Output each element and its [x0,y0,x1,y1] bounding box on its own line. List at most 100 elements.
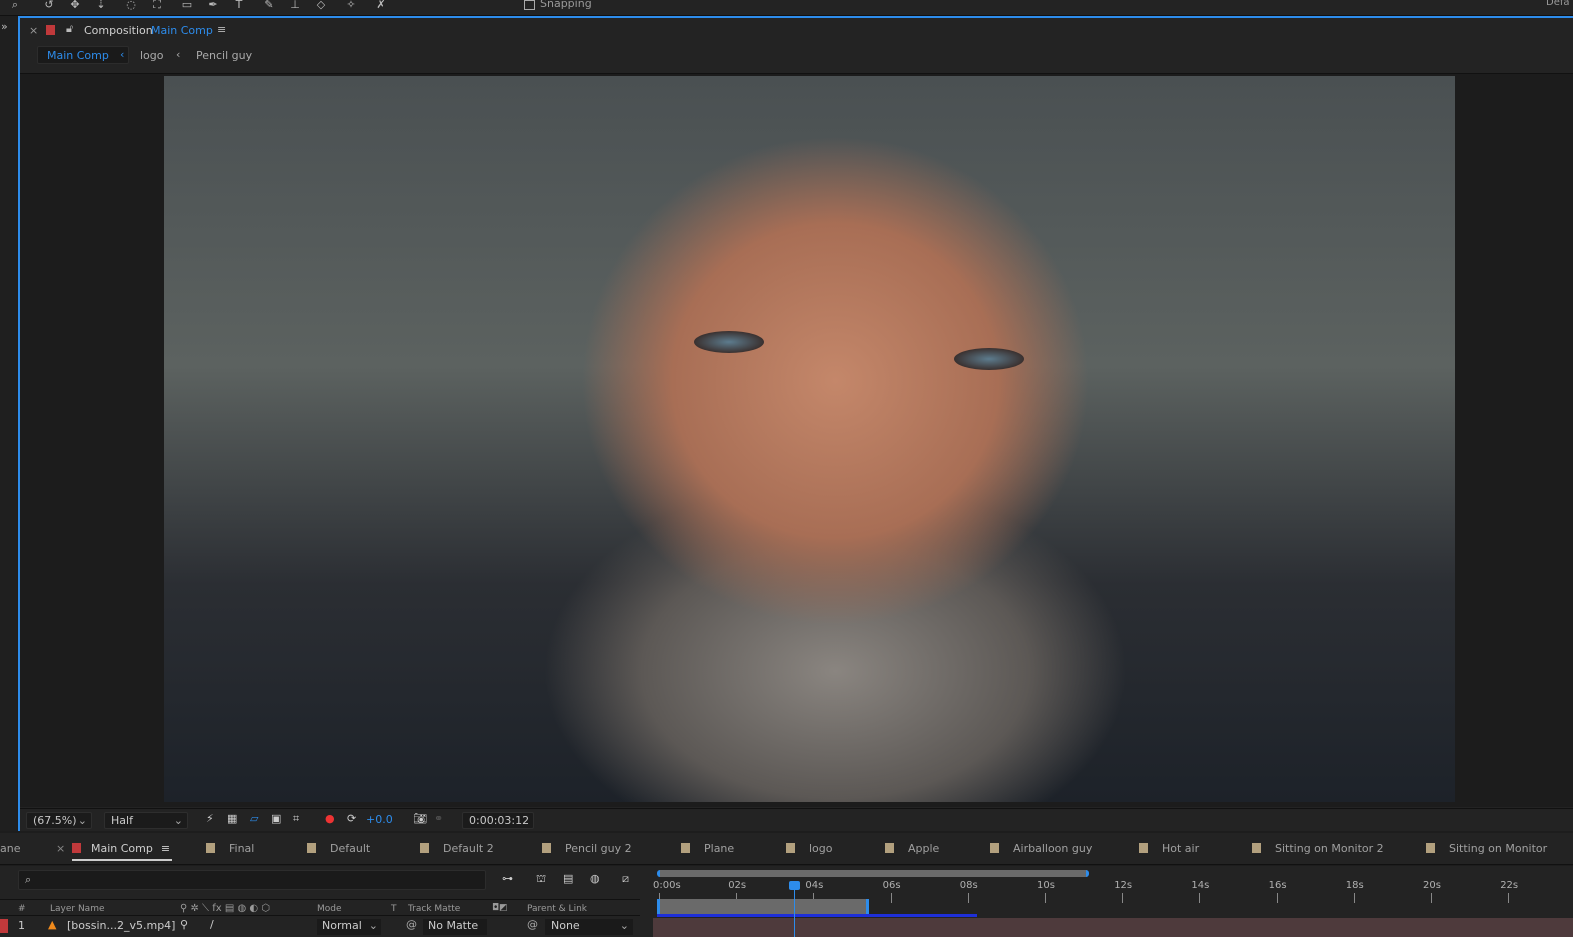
work-area-bar[interactable] [657,899,869,914]
frame-blending-icon[interactable]: ▤ [563,872,573,885]
layer-search-input[interactable]: ⌕ [18,870,486,890]
expand-panels-icon[interactable]: » [1,20,8,33]
puppet-tool-icon[interactable]: ✗ [374,0,388,12]
viewer-bottom-bar: (67.5%) ⌄ Half ⌄ ⚡︎ ▦ ▱ ▣ ⌗ ● ⟳ +0.0 📷︎ ⚭ … [20,808,1573,831]
snapping-checkbox[interactable] [524,0,535,10]
tab-pencil-guy-2[interactable]: Pencil guy 2 [542,842,632,855]
tab-sitting-on-monitor[interactable]: Sitting on Monitor [1426,842,1547,855]
comp-color-swatch [72,843,81,853]
pan-tool-icon[interactable]: ⇣ [94,0,108,12]
tab-airballoon-guy[interactable]: Airballoon guy [990,842,1092,855]
playhead-handle[interactable] [789,881,801,890]
current-time-display[interactable]: 0:00:03:12 [462,812,534,829]
rectangle-tool-icon[interactable]: ▭ [180,0,194,12]
rotate-tool-icon[interactable]: ↺ [42,0,56,12]
orbit-tool-icon[interactable]: ◌ [124,0,138,12]
composition-flowchart-icon[interactable]: ⊶ [502,872,513,885]
brush-tool-icon[interactable]: ✎ [262,0,276,12]
close-tab-icon[interactable]: × [56,842,65,855]
panel-title-prefix: Composition [84,24,153,37]
track-tool-icon[interactable]: ⛶ [150,0,164,12]
current-time-indicator[interactable] [789,881,801,937]
video-frame-bearded-man [164,76,1455,802]
grid-guides-icon[interactable]: ⌗ [293,812,299,826]
ruler-tick-label: 08s [959,880,978,891]
tab-plane[interactable]: Plane [681,842,734,855]
clone-tool-icon[interactable]: ⊥ [288,0,302,12]
exposure-value[interactable]: +0.0 [366,813,393,826]
breadcrumb-main-comp[interactable]: Main Comp ‹ [37,46,129,64]
anchor-tool-icon[interactable]: ✥ [68,0,82,12]
timeline-tabs: ane × Main Comp ≡ Final Default Default 2… [0,833,1573,865]
column-track-matte: Track Matte [408,904,461,914]
transparency-grid-icon[interactable]: ▦ [227,812,237,825]
column-layer-name[interactable]: Layer Name [50,904,105,914]
tab-cut-off[interactable]: ane [0,842,20,855]
region-of-interest-icon[interactable]: ▣ [271,812,281,825]
breadcrumb-pencil-guy[interactable]: Pencil guy [196,49,252,62]
roto-tool-icon[interactable]: ✧ [344,0,358,12]
ruler-tick-mark [1199,893,1201,903]
track-matte-dropdown[interactable]: No Matte [423,919,487,935]
ruler-tick-label: 14s [1191,880,1210,891]
panel-menu-icon[interactable]: ≡ [217,23,226,36]
tab-menu-icon[interactable]: ≡ [161,842,170,855]
ruler-tick-label: 22s [1500,880,1519,891]
layer-row[interactable]: 1 ▲ [bossin...2_v5.mp4] ⚲ / Normal ⌄ @ No… [0,917,640,937]
tab-hot-air[interactable]: Hot air [1139,842,1199,855]
time-navigator[interactable] [657,870,1089,877]
shy-layers-icon[interactable]: ⛫ [536,872,546,887]
tab-final[interactable]: Final [206,842,254,855]
ruler-tick-label: 0:00s [653,880,681,891]
fast-preview-icon[interactable]: ⚡︎ [206,812,214,825]
lock-icon[interactable]: 🔓︎ [66,22,73,36]
text-tool-icon[interactable]: T [232,0,246,12]
resolution-value: Half [111,814,133,827]
magnification-dropdown[interactable]: (67.5%) ⌄ [26,812,92,829]
parent-dropdown[interactable]: None ⌄ [545,919,633,935]
channels-icon[interactable]: ● [325,812,335,825]
zoom-tool-icon[interactable]: ⌕ [8,0,22,12]
breadcrumb-chevron-icon: ‹ [120,48,125,61]
timecode-value: 0:00:03:12 [469,814,530,827]
quality-switch-icon[interactable]: / [210,918,214,931]
comp-label-color [46,25,55,35]
graph-editor-icon[interactable]: ⧄ [622,872,629,886]
workspace-label[interactable]: Defa [1546,0,1570,8]
breadcrumb-chevron-icon: ‹ [176,48,181,61]
layer-name[interactable]: [bossin...2_v5.mp4] [67,919,175,932]
snapshot-camera-icon[interactable]: 📷︎ [413,812,427,825]
tab-default[interactable]: Default [307,842,370,855]
magnification-value: (67.5%) [33,814,77,827]
tab-apple[interactable]: Apple [885,842,939,855]
resolution-dropdown[interactable]: Half ⌄ [104,812,188,829]
eraser-tool-icon[interactable]: ◇ [314,0,328,12]
ruler-tick-mark [1353,893,1355,903]
composition-viewer[interactable] [20,73,1573,807]
ruler-tick-mark [1122,893,1124,903]
breadcrumb-logo[interactable]: logo [140,49,164,62]
tab-sitting-on-monitor-2[interactable]: Sitting on Monitor 2 [1252,842,1384,855]
track-matte-pickwhip-icon[interactable]: @ [406,918,417,931]
tab-main-comp[interactable]: Main Comp ≡ [72,842,172,861]
exposure-reset-icon[interactable]: ⟳ [347,812,356,825]
layer-number: 1 [18,919,25,932]
mask-visibility-icon[interactable]: ▱ [250,812,258,825]
shy-switch-icon[interactable]: ⚲ [180,918,188,931]
pen-tool-icon[interactable]: ✒ [206,0,220,12]
breadcrumb-label: Main Comp [47,49,109,62]
tab-label: Main Comp [91,842,153,855]
parent-pickwhip-icon[interactable]: @ [527,918,538,931]
close-panel-icon[interactable]: × [29,24,38,37]
snapping-label: Snapping [540,0,592,10]
composition-panel-header: × 🔓︎ Composition Main Comp ≡ [20,18,1573,46]
layer-label-color[interactable] [0,919,8,933]
motion-blur-icon[interactable]: ◍ [590,872,600,885]
column-mode: Mode [317,904,342,914]
tab-default-2[interactable]: Default 2 [420,842,494,855]
time-ruler-area[interactable]: 0:00s 02s 04s 06s 08s 10s 12s 14s 16s 18s 20s 22s [653,866,1573,937]
mode-dropdown[interactable]: Normal ⌄ [317,919,381,935]
layer-duration-bar[interactable] [653,918,1573,937]
tab-logo[interactable]: logo [786,842,833,855]
show-snapshot-icon[interactable]: ⚭ [434,812,443,825]
